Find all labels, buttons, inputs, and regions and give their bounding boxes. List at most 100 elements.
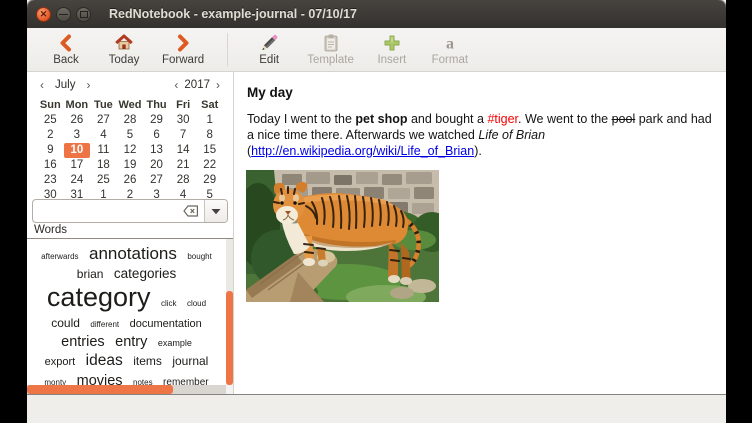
close-button[interactable]: ✕ (36, 7, 51, 22)
cloud-word[interactable]: monty (44, 378, 66, 385)
prev-year-arrow[interactable]: ‹ (171, 78, 181, 92)
calendar-day[interactable]: 28 (170, 173, 197, 188)
cloud-word[interactable]: export (45, 356, 76, 368)
next-month-arrow[interactable]: › (83, 78, 93, 92)
maximize-button[interactable] (76, 7, 91, 22)
cloud-word[interactable]: brian (77, 267, 104, 281)
calendar-day[interactable]: 20 (143, 158, 170, 173)
calendar-day[interactable]: 25 (37, 113, 64, 128)
word-cloud: afterwards annotations bought brian cate… (27, 239, 226, 385)
calendar-day[interactable]: 24 (64, 173, 91, 188)
cloud-word[interactable]: remember (163, 377, 209, 385)
bold-text: pet shop (355, 112, 407, 126)
cloud-word[interactable]: click (161, 299, 177, 308)
cloud-word[interactable]: afterwards (41, 252, 78, 261)
calendar-day[interactable]: 15 (196, 143, 223, 158)
cloud-word[interactable]: documentation (130, 318, 202, 330)
vertical-scrollbar-thumb[interactable] (226, 291, 233, 385)
calendar-day[interactable]: 5 (117, 128, 144, 143)
back-button[interactable]: Back (37, 28, 95, 71)
cloud-word[interactable]: bought (187, 252, 211, 261)
cloud-word[interactable]: entry (115, 334, 147, 350)
chevron-left-icon (56, 33, 76, 53)
italic-text: Life of Brian (478, 128, 545, 142)
format-button[interactable]: a Format (421, 28, 479, 71)
calendar-day[interactable]: 6 (143, 128, 170, 143)
calendar-day[interactable]: 12 (117, 143, 144, 158)
calendar-day[interactable]: 4 (90, 128, 117, 143)
calendar-day[interactable]: 26 (117, 173, 144, 188)
cloud-word[interactable]: movies (77, 373, 123, 385)
calendar-day[interactable]: 7 (170, 128, 197, 143)
cloud-word[interactable]: example (158, 338, 192, 348)
calendar-grid: 25 26 27 28 29 30 1 2 3 4 5 6 7 8 (37, 113, 223, 203)
search-input[interactable] (33, 203, 178, 219)
calendar-day[interactable]: 26 (64, 113, 91, 128)
toolbar: Back Today Forward (27, 28, 726, 72)
entry-line-1: Today I went to the pet shop and bought … (247, 111, 712, 127)
cloud-word[interactable]: annotations (89, 244, 177, 263)
vertical-scrollbar[interactable] (226, 239, 233, 385)
cloud-word[interactable]: categories (114, 266, 176, 281)
cloud-word[interactable]: items (133, 354, 162, 368)
calendar-day[interactable]: 14 (170, 143, 197, 158)
calendar-day[interactable]: 21 (170, 158, 197, 173)
strikethrough-text: pool (612, 112, 636, 126)
search-dropdown-button[interactable] (204, 200, 227, 222)
calendar-day[interactable]: 16 (37, 158, 64, 173)
calendar-day[interactable]: 28 (117, 113, 144, 128)
calendar-day[interactable]: 27 (90, 113, 117, 128)
cloud-word[interactable]: cloud (187, 299, 206, 308)
cloud-word[interactable]: notes (133, 378, 153, 385)
clear-search-icon[interactable] (178, 205, 204, 217)
edit-button[interactable]: Edit (240, 28, 298, 71)
calendar-day[interactable]: 17 (64, 158, 91, 173)
chevron-right-icon (173, 33, 193, 53)
today-button[interactable]: Today (95, 28, 153, 71)
next-year-arrow[interactable]: › (213, 78, 223, 92)
horizontal-scrollbar-thumb[interactable] (27, 385, 173, 394)
titlebar[interactable]: ✕ — RedNotebook - example-journal - 07/1… (27, 0, 726, 28)
cloud-word[interactable]: ideas (86, 352, 123, 369)
calendar-day[interactable]: 18 (90, 158, 117, 173)
calendar-day[interactable]: 1 (196, 113, 223, 128)
calendar-day[interactable]: 30 (170, 113, 197, 128)
calendar-day[interactable]: 29 (196, 173, 223, 188)
template-button[interactable]: Template (298, 28, 363, 71)
clipboard-icon (321, 33, 341, 53)
journal-view: My day Today I went to the pet shop and … (234, 72, 726, 394)
prev-month-arrow[interactable]: ‹ (37, 78, 47, 92)
calendar-day[interactable]: 27 (143, 173, 170, 188)
forward-button[interactable]: Forward (153, 28, 213, 71)
calendar-day[interactable]: 23 (37, 173, 64, 188)
cloud-word[interactable]: different (90, 320, 119, 329)
calendar-day-selected[interactable]: 10 (64, 143, 91, 158)
calendar-day[interactable]: 29 (143, 113, 170, 128)
tab-words[interactable]: Words (27, 224, 233, 239)
calendar-day[interactable]: 13 (143, 143, 170, 158)
insert-button[interactable]: Insert (363, 28, 421, 71)
calendar-day[interactable]: 25 (90, 173, 117, 188)
calendar-day[interactable]: 11 (90, 143, 117, 158)
calendar-day[interactable]: 9 (37, 143, 64, 158)
cloud-word[interactable]: journal (172, 354, 208, 368)
maximize-icon (80, 11, 88, 18)
calendar-year-label: 2017 (184, 79, 210, 91)
calendar-day[interactable]: 3 (64, 128, 91, 143)
minimize-button[interactable]: — (56, 7, 71, 22)
calendar-day[interactable]: 22 (196, 158, 223, 173)
calendar-day[interactable]: 8 (196, 128, 223, 143)
toolbar-separator (227, 33, 228, 66)
cloud-word[interactable]: could (51, 316, 80, 330)
entry-line-3: (http://en.wikipedia.org/wiki/Life_of_Br… (247, 143, 712, 159)
calendar-day[interactable]: 2 (37, 128, 64, 143)
calendar-weekday-row: Sun Mon Tue Wed Thu Fri Sat (37, 96, 223, 113)
wikipedia-link[interactable]: http://en.wikipedia.org/wiki/Life_of_Bri… (251, 144, 474, 158)
scrollbar-corner (226, 385, 233, 394)
cloud-word[interactable]: category (47, 282, 151, 312)
calendar-day[interactable]: 19 (117, 158, 144, 173)
cloud-word[interactable]: entries (61, 334, 105, 350)
horizontal-scrollbar[interactable] (27, 385, 226, 394)
hashtag-text: #tiger (487, 112, 518, 126)
letter-a-icon: a (440, 33, 460, 53)
